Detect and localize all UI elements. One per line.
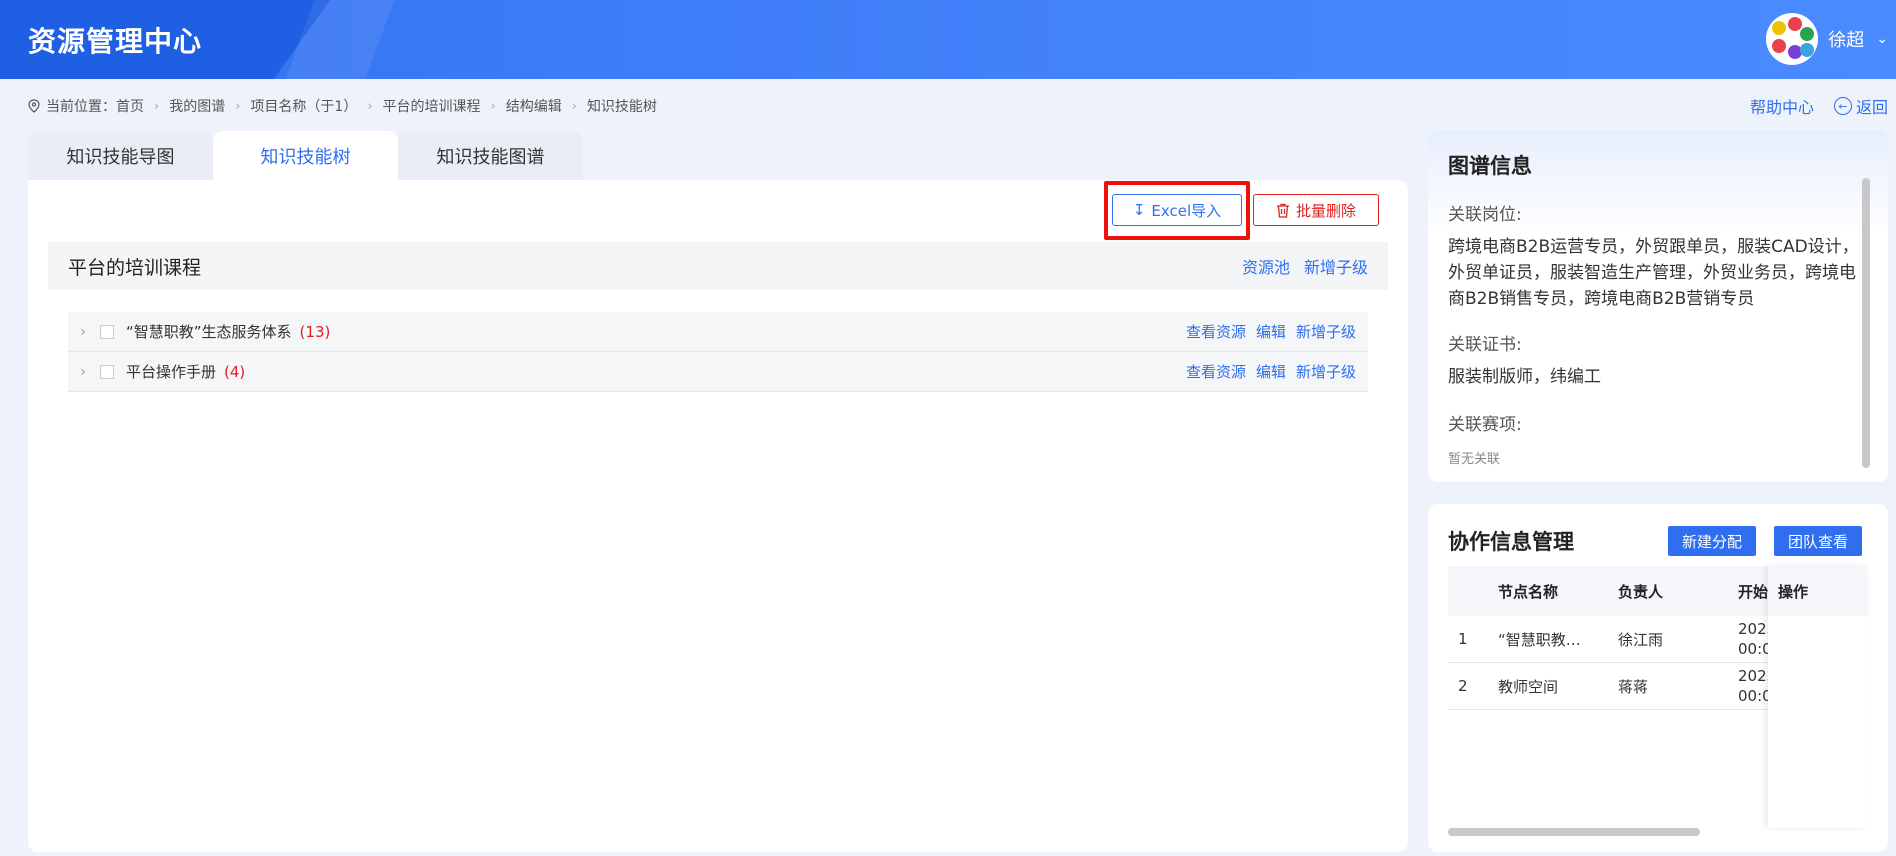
edit-link[interactable]: 编辑 [1256, 361, 1286, 382]
breadcrumb-item-course[interactable]: 平台的培训课程 [383, 96, 481, 116]
related-certs-value: 服装制版师，纬编工 [1448, 367, 1601, 387]
add-child-link[interactable]: 新增子级 [1296, 321, 1356, 342]
section-header: 平台的培训课程 资源池 新增子级 [48, 242, 1388, 290]
avatar-dot [1772, 39, 1787, 53]
breadcrumb-item-project[interactable]: 项目名称（于1） [250, 96, 357, 116]
breadcrumb-item-my-graphs[interactable]: 我的图谱 [169, 96, 225, 116]
back-label: 返回 [1855, 98, 1888, 117]
tab-knowledge-map[interactable]: 知识技能导图 [28, 131, 213, 180]
tab-knowledge-graph[interactable]: 知识技能图谱 [398, 131, 583, 180]
breadcrumb: 当前位置： 首页 › 我的图谱 › 项目名称（于1） › 平台的培训课程 › 结… [28, 95, 657, 117]
col-node-name: 节点名称 [1498, 582, 1559, 601]
add-child-link[interactable]: 新增子级 [1296, 361, 1356, 382]
row-node-name: 教师空间 [1498, 677, 1559, 696]
top-header: 资源管理中心 徐超 ⌄ [0, 0, 1896, 79]
user-name[interactable]: 徐超 [1828, 26, 1864, 52]
excel-import-label: Excel导入 [1151, 201, 1222, 220]
help-center-link[interactable]: 帮助中心 [1750, 94, 1814, 118]
graph-info-card: 图谱信息 关联岗位: 跨境电商B2B运营专员，外贸跟单员，服装CAD设计，外贸单… [1428, 130, 1888, 482]
back-arrow-icon: ← [1833, 97, 1852, 115]
col-owner: 负责人 [1618, 582, 1664, 601]
row-start-time: 00:0 [1738, 640, 1772, 658]
chevron-down-icon[interactable]: ⌄ [1876, 31, 1888, 47]
chevron-right-icon: › [571, 98, 577, 114]
avatar-dot [1800, 27, 1815, 41]
related-posts-value: 跨境电商B2B运营专员，外贸跟单员，服装CAD设计，外贸单证员，服装智造生产管理… [1448, 237, 1859, 309]
breadcrumb-item-home[interactable]: 首页 [116, 96, 144, 116]
tree-node-count: (13) [299, 322, 331, 341]
row-number: 2 [1458, 677, 1468, 695]
tab-knowledge-tree[interactable]: 知识技能树 [213, 131, 398, 180]
avatar-dot [1772, 21, 1787, 35]
batch-delete-label: 批量删除 [1295, 201, 1356, 220]
related-contests-value: 暂无关联 [1448, 452, 1501, 467]
add-child-link[interactable]: 新增子级 [1304, 254, 1368, 278]
trash-icon [1276, 203, 1289, 218]
related-certs-label: 关联证书: [1448, 335, 1522, 355]
download-icon: ↧ [1132, 201, 1146, 219]
batch-delete-button[interactable]: 批量删除 [1253, 194, 1379, 226]
avatar-dot [1788, 17, 1803, 31]
resource-pool-link[interactable]: 资源池 [1242, 254, 1290, 278]
related-posts-label: 关联岗位: [1448, 205, 1522, 225]
chevron-right-icon: › [235, 98, 241, 114]
col-start: 开始 [1738, 582, 1769, 601]
avatar[interactable] [1766, 13, 1819, 65]
top-links: 帮助中心 ← 返回 [1750, 94, 1888, 118]
row-checkbox[interactable] [100, 364, 114, 379]
tree-row[interactable]: › 平台操作手册 (4) 查看资源 编辑 新增子级 [68, 352, 1368, 392]
tree-node-label: 平台操作手册 [126, 363, 217, 381]
row-number: 1 [1458, 630, 1468, 648]
row-owner: 徐江雨 [1618, 630, 1664, 649]
avatar-dot [1800, 43, 1815, 57]
breadcrumb-item-current: 知识技能树 [586, 99, 657, 115]
tree-node-count: (4) [224, 362, 246, 381]
section-title: 平台的培训课程 [68, 256, 202, 279]
expand-arrow-icon[interactable]: › [72, 324, 94, 340]
info-title: 图谱信息 [1448, 154, 1532, 178]
row-node-name: “智慧职教… [1498, 630, 1581, 649]
location-pin-icon [28, 99, 40, 113]
edit-link[interactable]: 编辑 [1256, 321, 1286, 342]
tree-node-label: “智慧职教”生态服务体系 [126, 323, 292, 341]
excel-import-button[interactable]: ↧ Excel导入 [1112, 194, 1242, 226]
view-resources-link[interactable]: 查看资源 [1186, 321, 1246, 342]
collab-title: 协作信息管理 [1448, 530, 1574, 554]
vertical-scrollbar[interactable] [1862, 178, 1870, 468]
breadcrumb-prefix: 当前位置： [46, 99, 116, 115]
col-ops: 操作 [1768, 566, 1868, 616]
app-title: 资源管理中心 [28, 25, 203, 58]
view-resources-link[interactable]: 查看资源 [1186, 361, 1246, 382]
chevron-right-icon: › [490, 98, 496, 114]
new-assign-button[interactable]: 新建分配 [1668, 526, 1757, 556]
chevron-right-icon: › [154, 98, 160, 114]
user-menu[interactable]: 徐超 ⌄ [1766, 13, 1888, 65]
expand-arrow-icon[interactable]: › [72, 364, 94, 380]
tree-row[interactable]: › “智慧职教”生态服务体系 (13) 查看资源 编辑 新增子级 [68, 312, 1368, 352]
fixed-ops-column: 操作 [1768, 566, 1868, 828]
horizontal-scrollbar[interactable] [1448, 828, 1700, 836]
team-view-button[interactable]: 团队查看 [1774, 526, 1863, 556]
chevron-right-icon: › [367, 98, 373, 114]
back-link[interactable]: ← 返回 [1833, 94, 1888, 118]
row-owner: 蒋蒋 [1618, 677, 1649, 696]
related-contests-label: 关联赛项: [1448, 415, 1522, 435]
row-checkbox[interactable] [100, 324, 114, 339]
row-start-time: 00:0 [1738, 687, 1772, 705]
breadcrumb-item-structure-edit[interactable]: 结构编辑 [506, 96, 562, 116]
view-tabs: 知识技能导图 知识技能树 知识技能图谱 [28, 131, 583, 180]
